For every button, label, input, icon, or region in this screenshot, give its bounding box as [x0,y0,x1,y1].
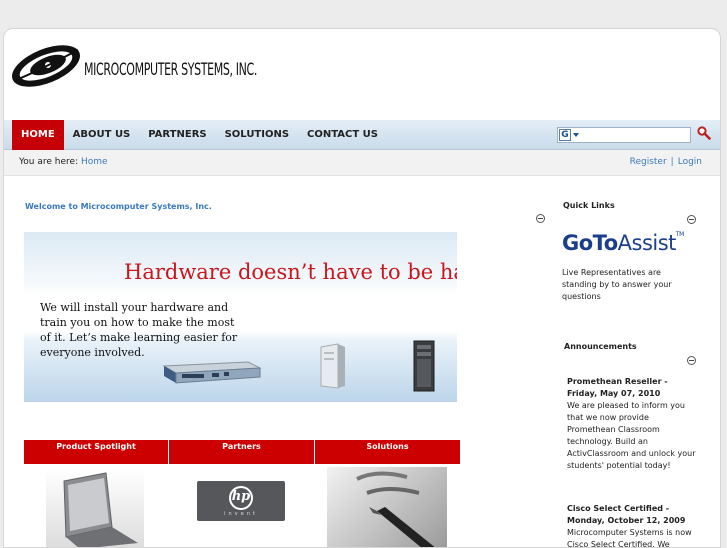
collapse-quick-links-icon[interactable] [687,215,696,224]
account-separator: | [670,157,674,167]
product-spotlight-image[interactable] [46,469,144,547]
tab-solutions[interactable]: Solutions [315,440,460,464]
chevron-down-icon[interactable] [573,133,579,137]
quick-links-text: Live Representatives are standing by to … [562,268,672,301]
gotoassist-logo[interactable]: GoToAssistTM [562,231,684,255]
welcome-heading: Welcome to Microcomputer Systems, Inc. [25,202,212,211]
router-image [162,361,262,384]
server-tower-image [413,340,435,392]
collapse-main-icon[interactable] [536,214,545,223]
register-link[interactable]: Register [630,157,667,167]
hp-partner-logo[interactable]: hp invent [197,481,285,521]
announcement-title[interactable]: Cisco Select Certified - Monday, October… [567,503,697,527]
nav-about-us[interactable]: ABOUT US [64,120,140,150]
login-link[interactable]: Login [678,157,702,167]
tab-partners[interactable]: Partners [169,440,314,464]
gotoassist-thin: Assist [617,231,677,255]
company-logo[interactable] [6,42,86,90]
announcement-body: We are pleased to inform you that we now… [567,401,696,470]
search-icon[interactable] [697,126,711,140]
page-frame: MICROCOMPUTER SYSTEMS, INC. HOME ABOUT U… [3,28,721,548]
nav-partners[interactable]: PARTNERS [139,120,215,150]
desktop-computer-image [320,343,345,389]
quick-links-title: Quick Links [563,201,615,210]
gotoassist-tm: TM [675,231,684,238]
breadcrumb-label: You are here: [19,157,79,167]
hp-invent-text: invent [224,511,258,517]
banner-text: We will install your hardware and train … [40,301,238,359]
announcements-title: Announcements [564,342,637,351]
hero-banner: Hardware doesn’t have to be hard We will… [24,232,457,402]
company-name: MICROCOMPUTER SYSTEMS, INC. [84,60,257,80]
main-nav: HOME ABOUT US PARTNERS SOLUTIONS CONTACT… [12,120,387,150]
gotoassist-bold: GoTo [562,231,618,255]
tab-product-spotlight[interactable]: Product Spotlight [24,440,168,464]
google-engine-icon[interactable]: G [559,129,571,141]
breadcrumb-bar: You are here: Home Register | Login [4,150,720,176]
solutions-image[interactable] [327,467,447,547]
announcement-title[interactable]: Promethean Reseller - Friday, May 07, 20… [567,376,697,400]
account-links: Register | Login [630,157,702,167]
main-nav-bar: HOME ABOUT US PARTNERS SOLUTIONS CONTACT… [4,120,720,150]
search-input[interactable]: G [557,127,691,143]
nav-contact-us[interactable]: CONTACT US [298,120,387,150]
nav-home[interactable]: HOME [12,120,64,150]
banner-headline: Hardware doesn’t have to be hard [124,260,457,284]
breadcrumb-home-link[interactable]: Home [81,157,108,167]
nav-solutions[interactable]: SOLUTIONS [216,120,298,150]
hp-logo-text: hp [231,489,251,504]
collapse-announcements-icon[interactable] [687,356,696,365]
